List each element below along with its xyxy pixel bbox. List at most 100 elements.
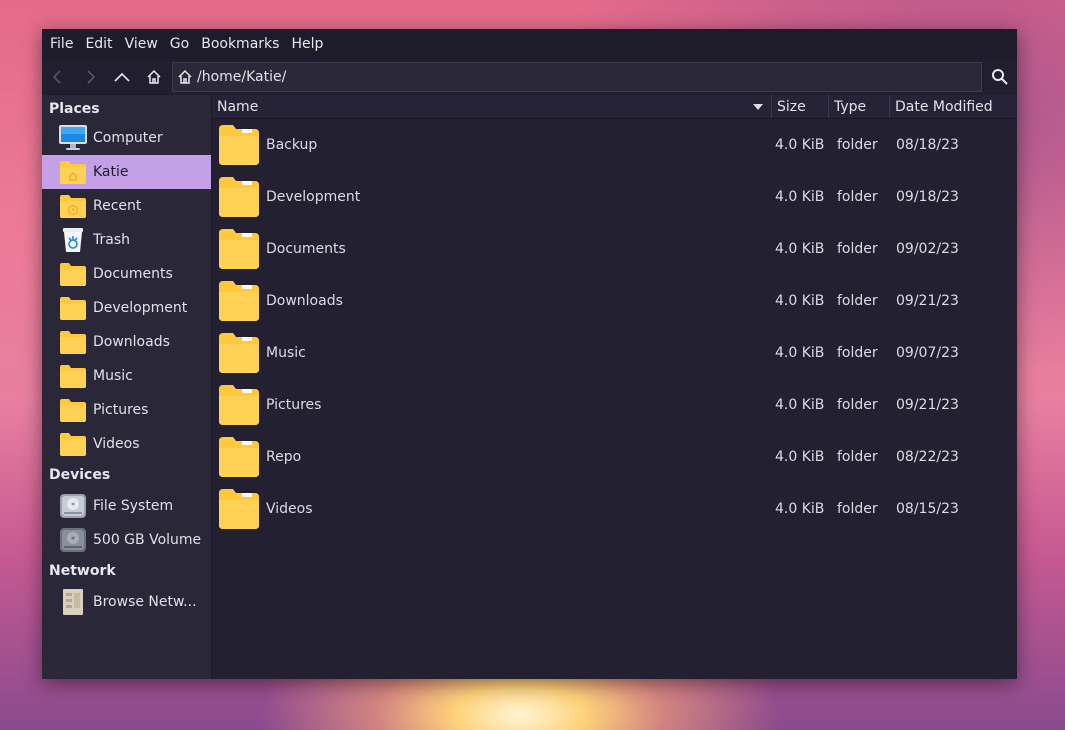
- menu-help[interactable]: Help: [285, 29, 329, 59]
- folder-icon: [219, 437, 259, 477]
- up-button[interactable]: [106, 61, 138, 93]
- network-heading: Network: [49, 563, 116, 579]
- table-row[interactable]: Development 4.0 KiB folder 09/18/23: [212, 171, 1017, 223]
- sidebar-item-file-system[interactable]: File System: [42, 489, 211, 523]
- computer-icon: [58, 123, 88, 153]
- menu-file[interactable]: File: [44, 29, 79, 59]
- file-name: Videos: [266, 501, 313, 517]
- column-type-label: Type: [834, 98, 867, 115]
- table-row[interactable]: Downloads 4.0 KiB folder 09/21/23: [212, 275, 1017, 327]
- file-type: folder: [837, 189, 878, 205]
- file-rows: Backup 4.0 KiB folder 08/18/23 Developme…: [212, 119, 1017, 535]
- table-row[interactable]: Videos 4.0 KiB folder 08/15/23: [212, 483, 1017, 535]
- file-name-cell: Repo: [212, 435, 774, 479]
- file-type: folder: [837, 345, 878, 361]
- file-manager-window: File Edit View Go Bookmarks Help /home/K…: [42, 29, 1017, 679]
- folder-icon: [219, 229, 259, 269]
- menu-bookmarks[interactable]: Bookmarks: [195, 29, 285, 59]
- file-size: 4.0 KiB: [775, 449, 825, 465]
- sidebar: Places Computer Katie Recent Trash Docum…: [42, 95, 212, 679]
- menu-view[interactable]: View: [119, 29, 164, 59]
- sidebar-item-label: Documents: [93, 266, 173, 282]
- sidebar-item-label: Computer: [93, 130, 163, 146]
- file-date-modified: 08/15/23: [896, 501, 959, 517]
- sidebar-item-downloads[interactable]: Downloads: [42, 325, 211, 359]
- sidebar-item-label: Recent: [93, 198, 142, 214]
- drive-icon: [58, 525, 88, 555]
- folder-icon: [219, 489, 259, 529]
- sidebar-item-label: Videos: [93, 436, 140, 452]
- file-size: 4.0 KiB: [775, 345, 825, 361]
- column-name-label: Name: [217, 98, 259, 115]
- folder-icon: [58, 429, 88, 459]
- column-size[interactable]: Size: [772, 95, 829, 118]
- sidebar-item-label: Pictures: [93, 402, 149, 418]
- sidebar-item-pictures[interactable]: Pictures: [42, 393, 211, 427]
- file-date-modified: 09/07/23: [896, 345, 959, 361]
- table-row[interactable]: Pictures 4.0 KiB folder 09/21/23: [212, 379, 1017, 431]
- sidebar-item-documents[interactable]: Documents: [42, 257, 211, 291]
- trash-icon: [58, 225, 88, 255]
- folder-icon: [58, 259, 88, 289]
- sidebar-item-browse-network[interactable]: Browse Netw...: [42, 585, 211, 619]
- table-row[interactable]: Backup 4.0 KiB folder 08/18/23: [212, 119, 1017, 171]
- table-row[interactable]: Repo 4.0 KiB folder 08/22/23: [212, 431, 1017, 483]
- table-row[interactable]: Documents 4.0 KiB folder 09/02/23: [212, 223, 1017, 275]
- folder-icon: [58, 327, 88, 357]
- file-size: 4.0 KiB: [775, 189, 825, 205]
- file-type: folder: [837, 241, 878, 257]
- address-bar[interactable]: /home/Katie/: [172, 62, 982, 92]
- search-button[interactable]: [984, 61, 1016, 93]
- column-date-label: Date Modified: [895, 98, 993, 115]
- folder-icon: [219, 177, 259, 217]
- file-name: Downloads: [266, 293, 343, 309]
- column-header: Name Size Type Date Modified: [212, 95, 1017, 119]
- folder-icon: [58, 293, 88, 323]
- chevron-up-icon: [114, 72, 130, 82]
- column-date-modified[interactable]: Date Modified: [890, 95, 1017, 118]
- file-type: folder: [837, 293, 878, 309]
- sidebar-item-music[interactable]: Music: [42, 359, 211, 393]
- sidebar-item-label: File System: [93, 498, 174, 514]
- file-name-cell: Backup: [212, 123, 774, 167]
- menu-edit[interactable]: Edit: [79, 29, 118, 59]
- sidebar-item-500gb-volume[interactable]: 500 GB Volume: [42, 523, 211, 557]
- table-row[interactable]: Music 4.0 KiB folder 09/07/23: [212, 327, 1017, 379]
- column-size-label: Size: [777, 98, 806, 115]
- sidebar-item-computer[interactable]: Computer: [42, 121, 211, 155]
- file-name: Repo: [266, 449, 302, 465]
- file-size: 4.0 KiB: [775, 397, 825, 413]
- sidebar-item-videos[interactable]: Videos: [42, 427, 211, 461]
- file-name: Pictures: [266, 397, 322, 413]
- file-type: folder: [837, 137, 878, 153]
- file-name: Development: [266, 189, 361, 205]
- home-folder-icon: [58, 157, 88, 187]
- column-name[interactable]: Name: [212, 95, 772, 118]
- menu-bar: File Edit View Go Bookmarks Help: [42, 29, 1017, 59]
- file-type: folder: [837, 397, 878, 413]
- file-name-cell: Documents: [212, 227, 774, 271]
- home-button[interactable]: [138, 61, 170, 93]
- forward-button[interactable]: [74, 61, 106, 93]
- file-name-cell: Development: [212, 175, 774, 219]
- folder-icon: [58, 395, 88, 425]
- home-icon: [147, 69, 161, 84]
- places-heading: Places: [49, 101, 100, 117]
- search-icon: [992, 69, 1008, 85]
- sidebar-item-label: Downloads: [93, 334, 170, 350]
- file-name: Documents: [266, 241, 346, 257]
- sidebar-item-recent[interactable]: Recent: [42, 189, 211, 223]
- back-button[interactable]: [42, 61, 74, 93]
- file-size: 4.0 KiB: [775, 501, 825, 517]
- file-list: Name Size Type Date Modified Backup 4.0 …: [212, 95, 1017, 679]
- menu-go[interactable]: Go: [164, 29, 195, 59]
- sidebar-item-trash[interactable]: Trash: [42, 223, 211, 257]
- file-date-modified: 09/21/23: [896, 293, 959, 309]
- file-size: 4.0 KiB: [775, 137, 825, 153]
- sidebar-item-development[interactable]: Development: [42, 291, 211, 325]
- sidebar-item-katie[interactable]: Katie: [42, 155, 211, 189]
- folder-icon: [219, 281, 259, 321]
- folder-icon: [219, 385, 259, 425]
- file-name-cell: Downloads: [212, 279, 774, 323]
- column-type[interactable]: Type: [829, 95, 890, 118]
